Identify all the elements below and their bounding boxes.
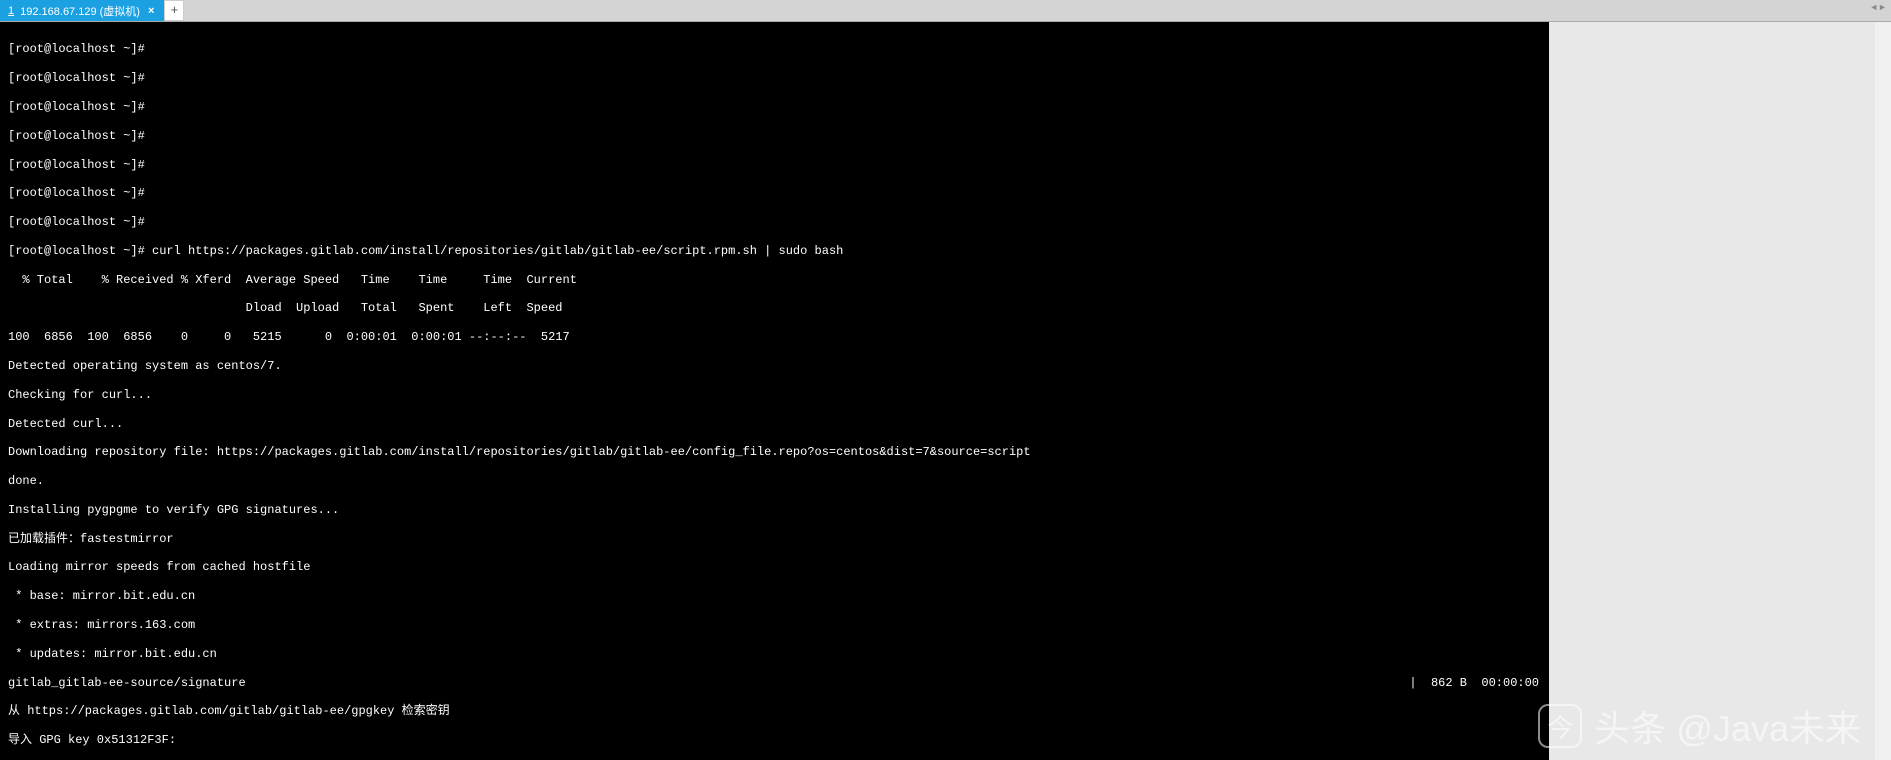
output-line: Checking for curl... [8,388,1541,402]
empty-panel [1549,22,1875,760]
prompt-line: [root@localhost ~]# [8,71,1541,85]
new-tab-button[interactable]: + [164,0,184,21]
session-tab[interactable]: 1 192.168.67.129 (虚拟机) × [0,0,164,21]
prompt-line: [root@localhost ~]# [8,100,1541,114]
output-line: * base: mirror.bit.edu.cn [8,589,1541,603]
prompt-line: [root@localhost ~]# [8,215,1541,229]
output-line: % Total % Received % Xferd Average Speed… [8,273,1541,287]
tab-nav: ◄ ► [1871,3,1885,13]
output-line: 从 https://packages.gitlab.com/gitlab/git… [8,704,1541,718]
nav-right-icon[interactable]: ► [1880,3,1885,13]
close-icon[interactable]: × [146,5,156,17]
output-line: * updates: mirror.bit.edu.cn [8,647,1541,661]
prompt-line: [root@localhost ~]# [8,186,1541,200]
tab-bar: 1 192.168.67.129 (虚拟机) × + ◄ ► [0,0,1891,22]
output-line: gitlab_gitlab-ee-source/signature| 862 B… [8,676,1541,690]
prompt-line: [root@localhost ~]# [8,158,1541,172]
output-line: done. [8,474,1541,488]
nav-left-icon[interactable]: ◄ [1871,3,1876,13]
tab-label: 192.168.67.129 (虚拟机) [20,3,140,19]
prompt-line: [root@localhost ~]# [8,129,1541,143]
prompt-line: [root@localhost ~]# [8,42,1541,56]
output-line: 已加载插件：fastestmirror [8,532,1541,546]
output-line: 导入 GPG key 0x51312F3F: [8,733,1541,747]
output-line: Dload Upload Total Spent Left Speed [8,301,1541,315]
command-line: [root@localhost ~]# curl https://package… [8,244,1541,258]
output-line: 100 6856 100 6856 0 0 5215 0 0:00:01 0:0… [8,330,1541,344]
tab-index: 1 [8,5,14,17]
output-line: Installing pygpgme to verify GPG signatu… [8,503,1541,517]
output-line: Loading mirror speeds from cached hostfi… [8,560,1541,574]
output-line: Detected operating system as centos/7. [8,359,1541,373]
output-line: Detected curl... [8,417,1541,431]
terminal[interactable]: [root@localhost ~]# [root@localhost ~]# … [0,22,1549,760]
output-line: Downloading repository file: https://pac… [8,445,1541,459]
output-line: * extras: mirrors.163.com [8,618,1541,632]
vertical-scrollbar[interactable] [1875,22,1891,760]
